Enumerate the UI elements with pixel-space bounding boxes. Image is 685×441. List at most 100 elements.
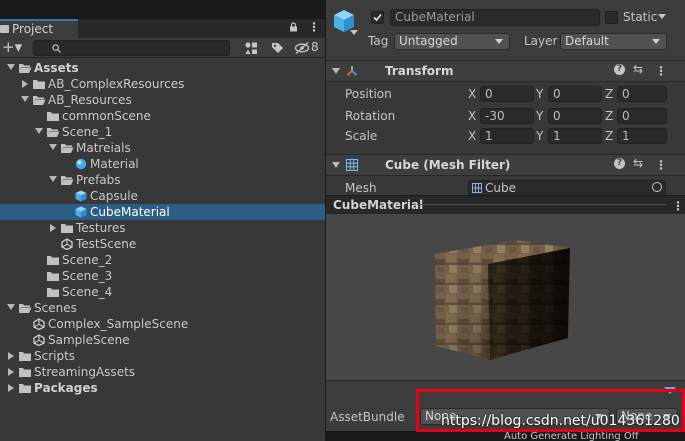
position-y-axis-label[interactable]: Y: [536, 87, 543, 101]
transform-title: Transform: [385, 64, 454, 78]
tree-item-streamingassets[interactable]: StreamingAssets: [0, 364, 325, 380]
rotation-label: Rotation: [345, 109, 396, 123]
unity-scene-icon: [33, 334, 45, 346]
position-label: Position: [345, 87, 392, 101]
tree-item-testures[interactable]: Testures: [0, 220, 325, 236]
object-name-field[interactable]: CubeMaterial: [390, 9, 600, 26]
tree-item-commonscene[interactable]: commonScene: [0, 108, 325, 124]
position-y-field[interactable]: 0: [548, 86, 602, 102]
mesh-filter-header[interactable]: Cube (Mesh Filter) ? ⇆ ⋮: [326, 154, 685, 176]
transform-header[interactable]: Transform ? ⇆ ⋮: [326, 60, 685, 82]
rotation-z-axis-label[interactable]: Z: [605, 109, 613, 123]
inspector-header: CubeMaterial Static Tag Untagged Layer D…: [326, 0, 685, 60]
project-panel: Project ⋮ +▾ 8 Assets AB_ComplexResource…: [0, 0, 325, 441]
icon-dropdown-arrow[interactable]: [350, 30, 358, 35]
foldout-expanded-icon[interactable]: [7, 304, 15, 310]
tree-item-cubematerial[interactable]: CubeMaterial: [0, 204, 325, 220]
scale-x-axis-label[interactable]: X: [468, 129, 476, 143]
scale-x-field[interactable]: 1: [480, 128, 534, 144]
folder-icon: [19, 352, 31, 361]
component-menu-icon[interactable]: ⋮: [655, 65, 667, 77]
rotation-z-field[interactable]: 0: [617, 108, 667, 124]
project-toolbar: +▾ 8: [0, 38, 325, 58]
tree-item-assets[interactable]: Assets: [0, 60, 325, 76]
presets-icon[interactable]: ⇆: [633, 156, 643, 170]
position-z-field[interactable]: 0: [617, 86, 667, 102]
folder-icon: [47, 256, 59, 265]
tree-item-scene-4[interactable]: Scene_4: [0, 284, 325, 300]
tab-project[interactable]: Project: [0, 19, 78, 38]
rotation-y-axis-label[interactable]: Y: [536, 109, 543, 123]
tree-item-complex-samplescene[interactable]: Complex_SampleScene: [0, 316, 325, 332]
folder-open-icon: [33, 96, 46, 105]
position-x-field[interactable]: 0: [480, 86, 534, 102]
foldout-expanded-icon[interactable]: [49, 144, 57, 150]
foldout-expanded-icon[interactable]: [49, 176, 57, 182]
mesh-field[interactable]: Cube: [468, 180, 666, 196]
tree-item-prefabs[interactable]: Prefabs: [0, 172, 325, 188]
preview-menu-icon[interactable]: ⋮: [672, 200, 684, 212]
scale-z-field[interactable]: 1: [617, 128, 667, 144]
tree-item-ab-resources[interactable]: AB_Resources: [0, 92, 325, 108]
tree-item-label: StreamingAssets: [34, 365, 136, 379]
tag-dropdown[interactable]: Untagged: [394, 33, 510, 50]
create-add-icon[interactable]: +▾: [2, 38, 22, 56]
preview-header[interactable]: CubeMaterial ⋮: [326, 195, 685, 214]
tree-item-ab-complexresources[interactable]: AB_ComplexResources: [0, 76, 325, 92]
search-by-label-icon[interactable]: [270, 41, 284, 55]
tree-item-scene-3[interactable]: Scene_3: [0, 268, 325, 284]
search-input[interactable]: [33, 40, 230, 56]
layer-dropdown[interactable]: Default: [560, 33, 667, 50]
foldout-arrow-icon[interactable]: [332, 68, 340, 74]
foldout-expanded-icon[interactable]: [35, 128, 43, 134]
tree-item-packages[interactable]: Packages: [0, 380, 325, 396]
tree-item-scene-1[interactable]: Scene_1: [0, 124, 325, 140]
foldout-arrow-icon[interactable]: [332, 162, 340, 168]
tree-item-scene-2[interactable]: Scene_2: [0, 252, 325, 268]
folder-open-icon: [19, 64, 32, 73]
scale-y-axis-label[interactable]: Y: [536, 129, 543, 143]
folder-open-icon: [47, 128, 60, 137]
static-label[interactable]: Static: [623, 10, 657, 24]
tree-item-samplescene[interactable]: SampleScene: [0, 332, 325, 348]
active-checkbox[interactable]: [371, 11, 384, 24]
scale-label: Scale: [345, 129, 378, 143]
foldout-expanded-icon[interactable]: [21, 96, 29, 102]
foldout-collapsed-icon[interactable]: [8, 384, 14, 392]
tree-item-label: Packages: [34, 381, 98, 395]
foldout-collapsed-icon[interactable]: [8, 368, 14, 376]
rotation-x-field[interactable]: -30: [480, 108, 534, 124]
tree-item-matreials[interactable]: Matreials: [0, 140, 325, 156]
foldout-collapsed-icon[interactable]: [22, 80, 28, 88]
tree-item-scripts[interactable]: Scripts: [0, 348, 325, 364]
chevron-down-icon: [495, 39, 503, 44]
foldout-collapsed-icon[interactable]: [8, 352, 14, 360]
auto-lighting-status: Auto Generate Lighting Off: [504, 431, 639, 441]
component-menu-icon[interactable]: ⋮: [655, 159, 667, 171]
asset-preview[interactable]: [326, 214, 685, 380]
tree-item-scenes[interactable]: Scenes: [0, 300, 325, 316]
presets-icon[interactable]: ⇆: [633, 62, 643, 76]
foldout-expanded-icon[interactable]: [7, 64, 15, 70]
rotation-x-axis-label[interactable]: X: [468, 109, 476, 123]
hidden-packages-icon[interactable]: [294, 41, 310, 55]
scale-z-axis-label[interactable]: Z: [605, 129, 613, 143]
help-icon[interactable]: ?: [614, 158, 625, 169]
static-checkbox[interactable]: [605, 11, 618, 24]
lock-icon[interactable]: [289, 22, 298, 32]
static-dropdown-arrow[interactable]: [658, 14, 666, 19]
rotation-y-field[interactable]: 0: [548, 108, 602, 124]
tree-item-material[interactable]: Material: [0, 156, 325, 172]
checkmark-icon: [373, 13, 382, 22]
help-icon[interactable]: ?: [614, 64, 625, 75]
search-by-type-icon[interactable]: [244, 41, 258, 55]
drag-handle[interactable]: [417, 204, 667, 205]
tree-item-testscene[interactable]: TestScene: [0, 236, 325, 252]
tree-item-capsule[interactable]: Capsule: [0, 188, 325, 204]
position-z-axis-label[interactable]: Z: [605, 87, 613, 101]
foldout-collapsed-icon[interactable]: [50, 224, 56, 232]
object-picker-icon[interactable]: [652, 182, 662, 192]
position-x-axis-label[interactable]: X: [468, 87, 476, 101]
more-options-icon[interactable]: ⋮: [308, 21, 320, 33]
scale-y-field[interactable]: 1: [548, 128, 602, 144]
